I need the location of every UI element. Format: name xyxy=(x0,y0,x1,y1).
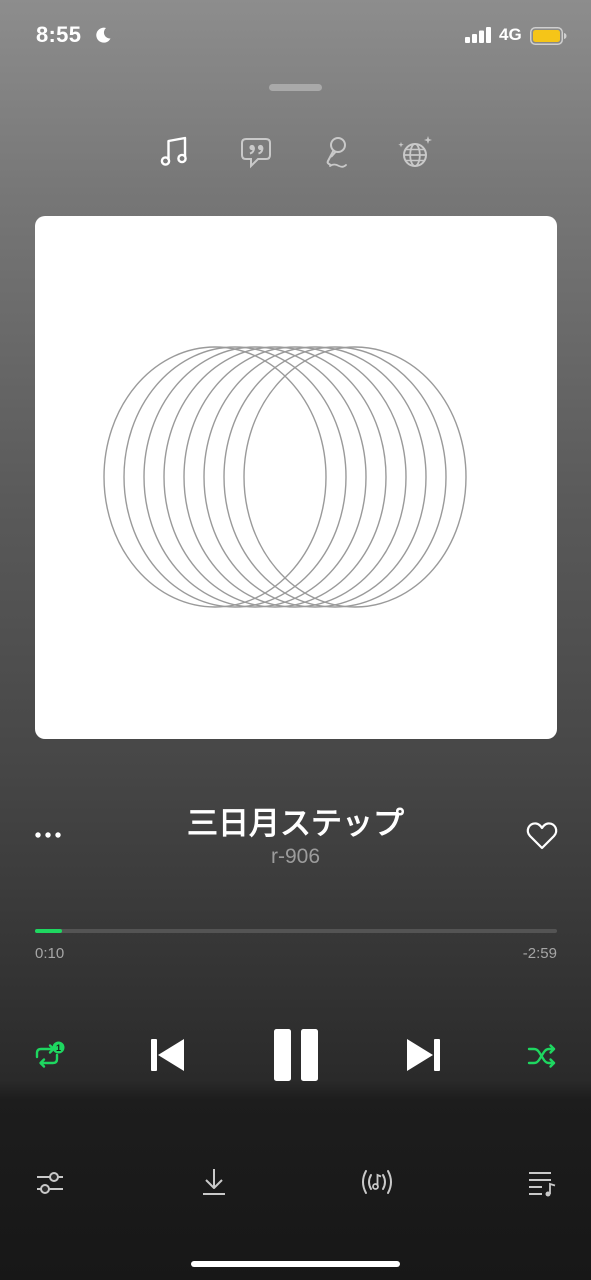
pause-icon xyxy=(274,1029,318,1081)
heart-icon xyxy=(526,822,558,850)
album-artwork xyxy=(35,216,557,739)
tab-song[interactable] xyxy=(155,133,195,171)
tab-karaoke[interactable] xyxy=(316,133,356,171)
like-button[interactable] xyxy=(525,820,559,852)
battery-level xyxy=(533,30,560,42)
sound-wave-note-icon xyxy=(362,1170,392,1194)
tab-lyrics[interactable] xyxy=(236,133,276,171)
progress-fill xyxy=(35,929,63,933)
download-button[interactable] xyxy=(194,1162,234,1202)
moon-icon xyxy=(96,27,111,43)
microphone-icon xyxy=(326,137,347,168)
tab-social[interactable] xyxy=(395,133,435,171)
remaining-time: -2:59 xyxy=(522,945,557,962)
artwork-rings xyxy=(103,346,467,608)
next-button[interactable] xyxy=(402,1034,446,1076)
repeat-badge: 1 xyxy=(56,1043,61,1053)
sheet-grabber[interactable] xyxy=(269,84,322,91)
artist-name[interactable]: r-906 xyxy=(120,845,471,869)
status-time: 8:55 xyxy=(36,22,82,47)
progress-bar[interactable] xyxy=(35,929,557,933)
previous-button[interactable] xyxy=(145,1034,189,1076)
playlist-icon xyxy=(529,1172,556,1197)
signal-icon xyxy=(465,27,491,43)
repeat-one-icon: 1 xyxy=(35,1041,65,1068)
battery-icon xyxy=(530,27,567,45)
skip-previous-icon xyxy=(151,1039,184,1071)
network-type: 4G xyxy=(499,25,522,44)
shuffle-icon xyxy=(527,1044,556,1068)
skip-next-icon xyxy=(407,1039,440,1071)
elapsed-time: 0:10 xyxy=(35,945,65,962)
equalizer-button[interactable] xyxy=(30,1164,70,1202)
more-dots-icon xyxy=(35,832,61,838)
pause-button[interactable] xyxy=(266,1024,326,1086)
sliders-icon xyxy=(37,1172,63,1194)
music-note-icon xyxy=(160,136,187,166)
globe-sparkle-icon xyxy=(398,136,432,167)
download-icon xyxy=(203,1169,225,1195)
home-indicator[interactable] xyxy=(191,1261,400,1267)
repeat-button[interactable]: 1 xyxy=(28,1036,68,1076)
queue-button[interactable] xyxy=(522,1164,562,1202)
broadcast-button[interactable] xyxy=(356,1162,398,1202)
more-options-button[interactable] xyxy=(33,826,65,844)
shuffle-button[interactable] xyxy=(522,1036,562,1076)
quote-bubble-icon xyxy=(241,138,271,169)
track-title: 三日月ステップ xyxy=(187,806,404,842)
